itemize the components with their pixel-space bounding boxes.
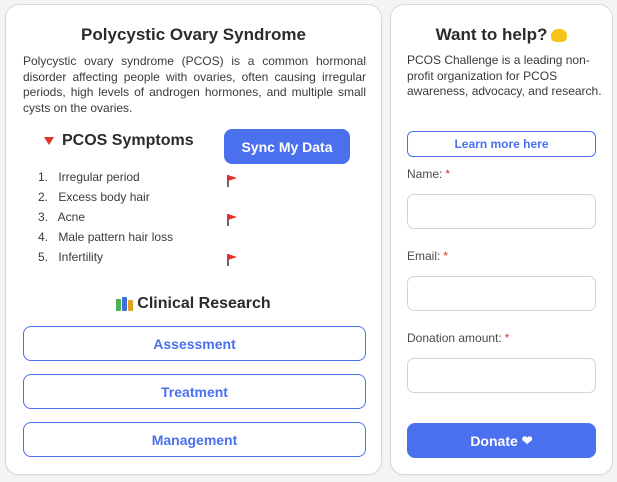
list-item: 1. Irregular period (38, 167, 173, 187)
list-item: 4. Male pattern hair loss (38, 227, 173, 247)
donation-amount-label: Donation amount: * (407, 331, 509, 345)
red-flag-icon (226, 214, 238, 226)
help-title: Want to help? (391, 25, 612, 45)
page-title: Polycystic Ovary Syndrome (81, 25, 306, 44)
pcos-description: Polycystic ovary syndrome (PCOS) is a co… (23, 54, 366, 115)
sync-my-data-button[interactable]: Sync My Data (224, 129, 350, 164)
treatment-button[interactable]: Treatment (23, 374, 366, 409)
list-item: 2. Excess body hair (38, 187, 173, 207)
red-flag-icon (226, 254, 238, 266)
name-field[interactable] (407, 194, 596, 229)
symptom-label: Excess body hair (58, 190, 150, 204)
assessment-button[interactable]: Assessment (23, 326, 366, 361)
name-label: Name: * (407, 167, 450, 181)
clinical-research-heading: Clinical Research (6, 295, 381, 313)
symptom-number: 2. (38, 190, 49, 204)
donate-button-label: Donate (470, 432, 518, 449)
required-marker: * (443, 249, 449, 263)
handshake-icon (551, 28, 568, 42)
donation-card: Want to help? PCOS Challenge is a leadin… (390, 4, 613, 475)
red-flag-icon (226, 175, 238, 187)
name-label-text: Name: (407, 167, 443, 181)
symptom-label: Male pattern hair loss (58, 230, 174, 244)
list-item: 5. Infertility (38, 247, 173, 267)
triangle-down-icon (44, 137, 54, 145)
heart-icon: ❤ (521, 432, 533, 448)
donate-button[interactable]: Donate ❤ (407, 423, 596, 458)
symptom-number: 5. (38, 250, 49, 264)
symptom-label: Infertility (58, 250, 104, 264)
symptom-label: Irregular period (58, 170, 140, 184)
learn-more-button[interactable]: Learn more here (407, 131, 596, 157)
email-field[interactable] (407, 276, 596, 311)
required-marker: * (445, 167, 451, 181)
clinical-research-label: Clinical Research (137, 295, 271, 312)
list-item: 3. Acne (38, 207, 173, 227)
donation-amount-field[interactable] (407, 358, 596, 393)
symptoms-heading: PCOS Symptoms (44, 132, 194, 150)
symptom-number: 3. (38, 210, 49, 224)
books-icon (116, 297, 134, 311)
symptoms-heading-label: PCOS Symptoms (62, 132, 194, 149)
help-description: PCOS Challenge is a leading non-profit o… (407, 53, 602, 98)
symptom-list: 1. Irregular period 2. Excess body hair … (38, 167, 173, 267)
symptom-number: 1. (38, 170, 49, 184)
symptom-label: Acne (57, 210, 86, 224)
email-label: Email: * (407, 249, 448, 263)
email-label-text: Email: (407, 249, 441, 263)
management-button[interactable]: Management (23, 422, 366, 457)
help-title-label: Want to help? (435, 25, 548, 44)
donation-amount-label-text: Donation amount: (407, 331, 502, 345)
symptom-number: 4. (38, 230, 49, 244)
required-marker: * (504, 331, 510, 345)
pcos-info-card: Polycystic Ovary Syndrome Polycystic ova… (5, 4, 382, 475)
